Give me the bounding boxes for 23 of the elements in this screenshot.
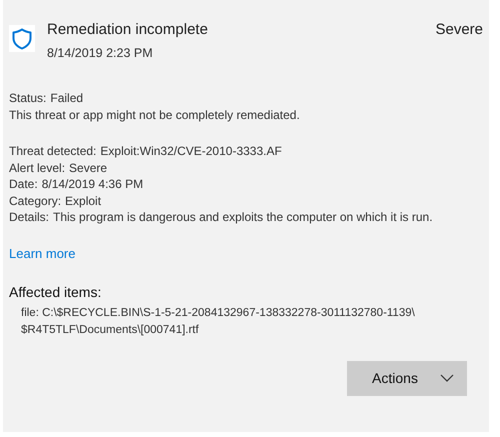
field-label: Threat detected: — [9, 143, 96, 160]
field-label: Date: — [9, 176, 38, 192]
field-value: Exploit — [65, 192, 102, 209]
field-label: Status: — [9, 90, 46, 106]
field-value: Failed — [50, 90, 84, 106]
field-value: This program is dangerous and exploits the computer on which it is run. — [53, 209, 433, 226]
field-value: 8/14/2019 4:36 PM — [42, 176, 144, 192]
field-value: Severe — [69, 160, 108, 176]
learn-more-link[interactable]: Learn more — [9, 246, 76, 260]
shield-icon — [9, 25, 35, 52]
actions-button[interactable]: Actions — [347, 360, 467, 396]
file-path: file: C:\$RECYCLE.BIN\S-1-5-21-2084132967-138332278-3011132780-1139\ — [21, 306, 416, 320]
severity-label: Severe — [435, 20, 483, 40]
field-value: Exploit:Win32/CVE-2010-3333.AF — [100, 143, 282, 160]
status-message: This threat or app might not be completely remediated. — [9, 106, 300, 123]
section-heading: Affected items: — [9, 282, 102, 300]
field-label: Category: — [9, 192, 62, 209]
alert-date: 8/14/2019 2:23 PM — [47, 45, 154, 62]
field-label: Alert level: — [9, 160, 66, 176]
chevron-down-icon — [440, 374, 454, 382]
alert-title: Remediation incomplete — [47, 20, 209, 40]
file-path: $R4T5TLF\Documents\[000741].rtf — [21, 322, 200, 338]
field-label: Details: — [9, 209, 50, 226]
